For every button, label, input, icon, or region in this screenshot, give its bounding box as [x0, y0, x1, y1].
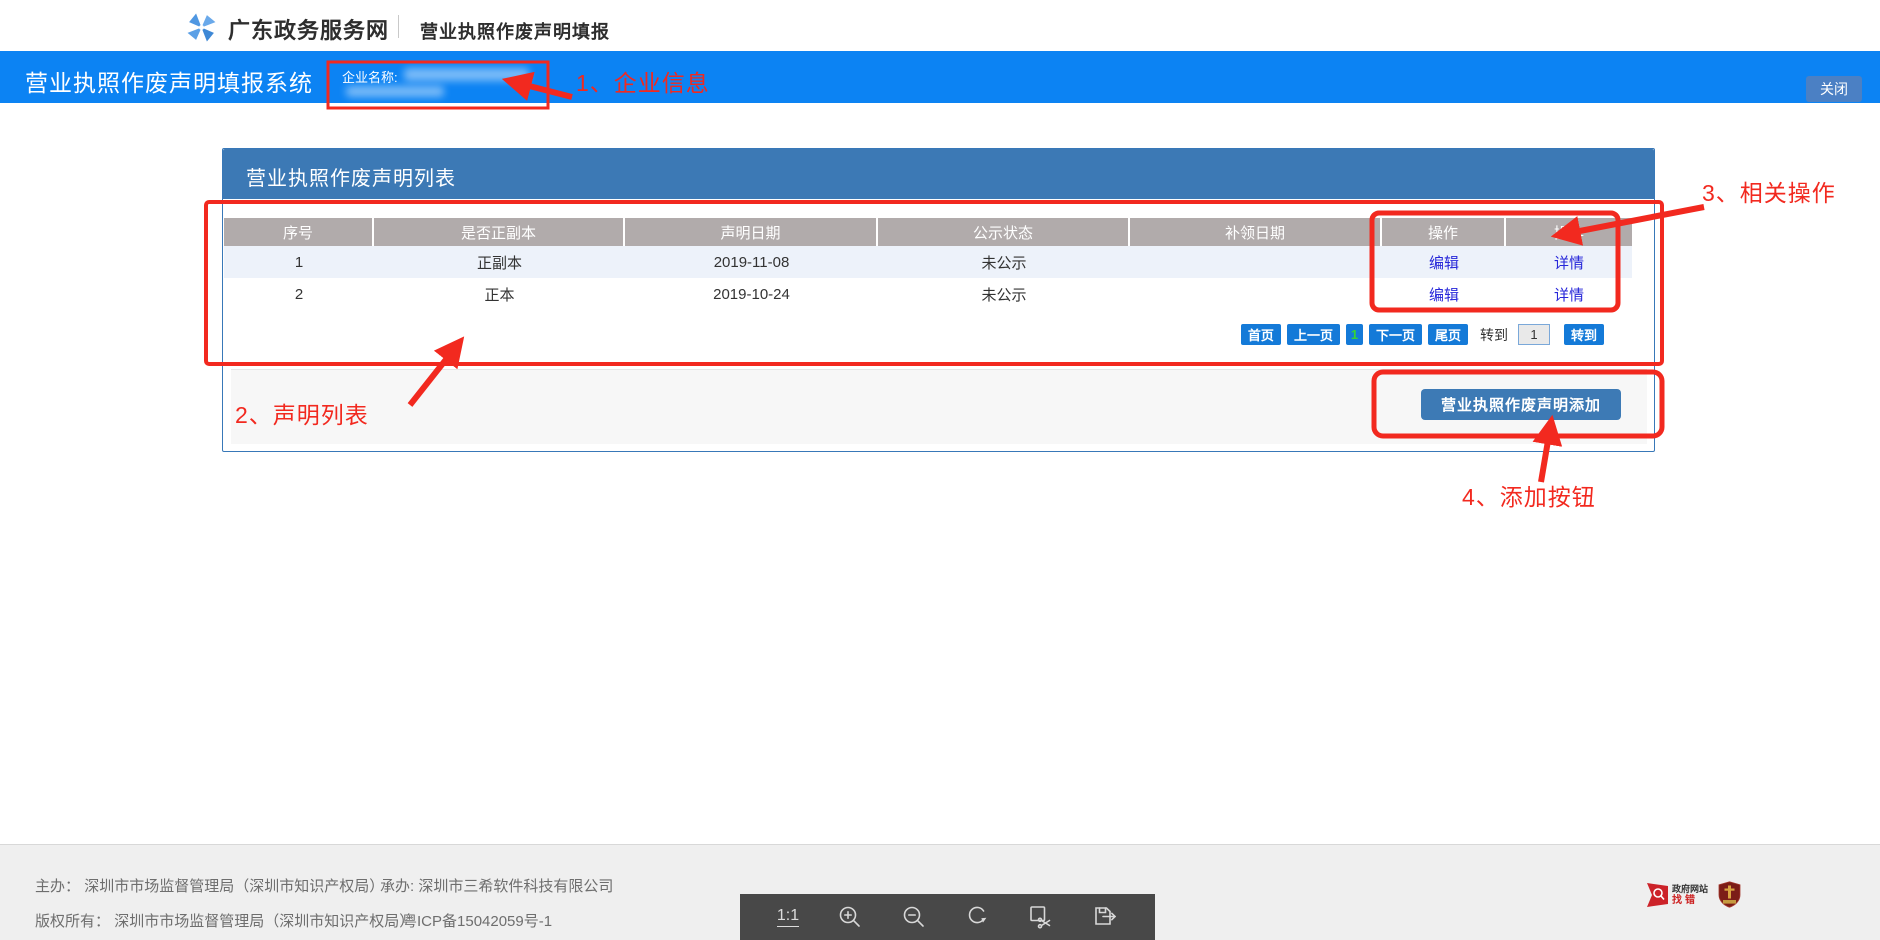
badge-gov-site-text: 政府网站: [1672, 884, 1708, 895]
undertake-label: 承办:: [380, 878, 414, 895]
undertake-org: 深圳市三希软件科技有限公司: [418, 878, 613, 895]
col-seq: 序号: [224, 218, 374, 246]
cell-seq: 1: [224, 246, 374, 278]
rotate-icon: [964, 904, 990, 930]
panel-footer-strip: 营业执照作废声明添加: [231, 369, 1647, 444]
copyright-org: 深圳市市场监督管理局（深圳市知识产权局）: [114, 913, 414, 930]
prev-page-button[interactable]: 上一页: [1287, 324, 1340, 345]
rotate-button[interactable]: [964, 904, 990, 930]
declaration-list-panel: 营业执照作废声明列表 序号 是否正副本 声明日期 公示状态 补领日期 操作 操作…: [222, 148, 1655, 452]
annotation-label-add: 4、添加按钮: [1462, 478, 1596, 512]
image-viewer-toolbar: 1:1: [740, 894, 1155, 940]
redacted-company-id: [346, 86, 444, 97]
crop-screenshot-button[interactable]: [1028, 904, 1054, 930]
table-row: 1 正副本 2019-11-08 未公示 编辑 详情: [224, 246, 1632, 278]
cell-publicity-status: 未公示: [878, 278, 1130, 310]
pagination: 首页 上一页 1 下一页 尾页 转到 转到: [223, 324, 1630, 345]
top-header: 广东政务服务网 营业执照作废声明填报: [0, 0, 1880, 51]
save-export-button[interactable]: [1092, 904, 1118, 930]
goto-button[interactable]: 转到: [1564, 324, 1604, 345]
gov-site-error-report-badge[interactable]: 政府网站 找错: [1645, 882, 1708, 908]
cell-publicity-status: 未公示: [878, 246, 1130, 278]
declaration-table: 序号 是否正副本 声明日期 公示状态 补领日期 操作 操作 1 正副本 2019…: [224, 218, 1632, 310]
crop-scissors-icon: [1028, 904, 1054, 930]
goto-label: 转到: [1480, 325, 1508, 345]
footer-copyright: 版权所有： 深圳市市场监督管理局（深圳市知识产权局）: [35, 910, 414, 931]
page-subtitle: 营业执照作废声明填报: [420, 18, 610, 44]
footer-badges: 政府网站 找错: [1645, 881, 1741, 908]
annotation-label-operations: 3、相关操作: [1702, 174, 1836, 208]
first-page-button[interactable]: 首页: [1241, 324, 1281, 345]
company-info-box: 企业名称:: [332, 64, 544, 103]
col-operation-detail: 操作: [1506, 218, 1632, 246]
table-header-row: 序号 是否正副本 声明日期 公示状态 补领日期 操作 操作: [224, 218, 1632, 246]
gdzwfw-logo-icon: [186, 12, 217, 43]
cell-declare-date: 2019-10-24: [625, 278, 878, 310]
save-export-icon: [1092, 904, 1118, 930]
table-row: 2 正本 2019-10-24 未公示 编辑 详情: [224, 278, 1632, 310]
zoom-in-icon: [837, 904, 863, 930]
current-page-indicator: 1: [1346, 324, 1363, 345]
next-page-button[interactable]: 下一页: [1369, 324, 1422, 345]
col-reissue-date: 补领日期: [1130, 218, 1382, 246]
one-to-one-icon: 1:1: [777, 907, 799, 927]
zoom-out-button[interactable]: [901, 904, 927, 930]
panel-header: 营业执照作废声明列表: [223, 149, 1654, 199]
footer-undertake: 承办: 深圳市三希软件科技有限公司: [380, 875, 613, 896]
footer-icp: 粤ICP备15042059号-1: [402, 910, 552, 931]
host-label: 主办：: [35, 878, 80, 895]
company-name-label: 企业名称:: [342, 67, 398, 86]
host-org: 深圳市市场监督管理局（深圳市知识产权局）: [84, 878, 384, 895]
system-title: 营业执照作废声明填报系统: [25, 64, 313, 98]
goto-page-input[interactable]: [1518, 324, 1550, 345]
redacted-company-name: [404, 68, 529, 81]
detail-link[interactable]: 详情: [1554, 252, 1584, 273]
add-declaration-button[interactable]: 营业执照作废声明添加: [1421, 389, 1621, 420]
gov-shield-badge-icon[interactable]: [1718, 881, 1741, 908]
col-declare-date: 声明日期: [625, 218, 878, 246]
edit-link[interactable]: 编辑: [1429, 252, 1459, 273]
cell-declare-date: 2019-11-08: [625, 246, 878, 278]
cell-reissue-date: [1130, 246, 1382, 278]
panel-title: 营业执照作废声明列表: [246, 162, 456, 191]
system-banner: 营业执照作废声明填报系统 企业名称: 关闭: [0, 51, 1880, 103]
col-copy-type: 是否正副本: [374, 218, 625, 246]
header-divider: [398, 15, 399, 38]
cell-copy-type: 正本: [374, 278, 625, 310]
cell-seq: 2: [224, 278, 374, 310]
col-operation-edit: 操作: [1382, 218, 1506, 246]
error-report-flag-icon: [1645, 882, 1669, 908]
detail-link[interactable]: 详情: [1554, 284, 1584, 305]
cell-copy-type: 正副本: [374, 246, 625, 278]
copyright-label: 版权所有：: [35, 913, 110, 930]
page: 广东政务服务网 营业执照作废声明填报 营业执照作废声明填报系统 企业名称: 关闭…: [0, 0, 1880, 940]
zoom-in-button[interactable]: [837, 904, 863, 930]
footer-host: 主办： 深圳市市场监督管理局（深圳市知识产权局）: [35, 875, 384, 896]
badge-find-error-text: 找错: [1672, 895, 1708, 906]
site-name: 广东政务服务网: [228, 13, 389, 45]
zoom-reset-button[interactable]: 1:1: [777, 907, 799, 927]
close-button[interactable]: 关闭: [1806, 76, 1862, 102]
edit-link[interactable]: 编辑: [1429, 284, 1459, 305]
zoom-out-icon: [901, 904, 927, 930]
last-page-button[interactable]: 尾页: [1428, 324, 1468, 345]
col-publicity-status: 公示状态: [878, 218, 1130, 246]
annotation-layer: [0, 0, 1880, 940]
cell-reissue-date: [1130, 278, 1382, 310]
